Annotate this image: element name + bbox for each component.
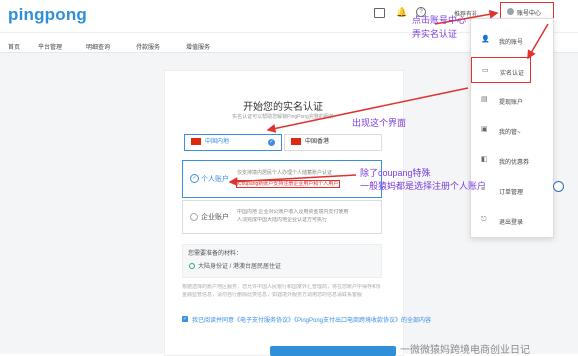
- annotation-arrows: [228, 9, 549, 187]
- annotation-real-name: 弄实名认证: [412, 29, 458, 39]
- annotation-interface: 出现这个界面: [352, 118, 407, 128]
- arrow-to-real-name-menu: [527, 23, 549, 60]
- annotation-personal: 一般猿妈都是选择注册个人账户: [360, 181, 487, 191]
- annotation-click-account: 点击账号中心: [412, 15, 467, 25]
- arrow-to-personal-option: [228, 174, 357, 187]
- annotation-coupang: 除了coupang特殊: [360, 168, 431, 178]
